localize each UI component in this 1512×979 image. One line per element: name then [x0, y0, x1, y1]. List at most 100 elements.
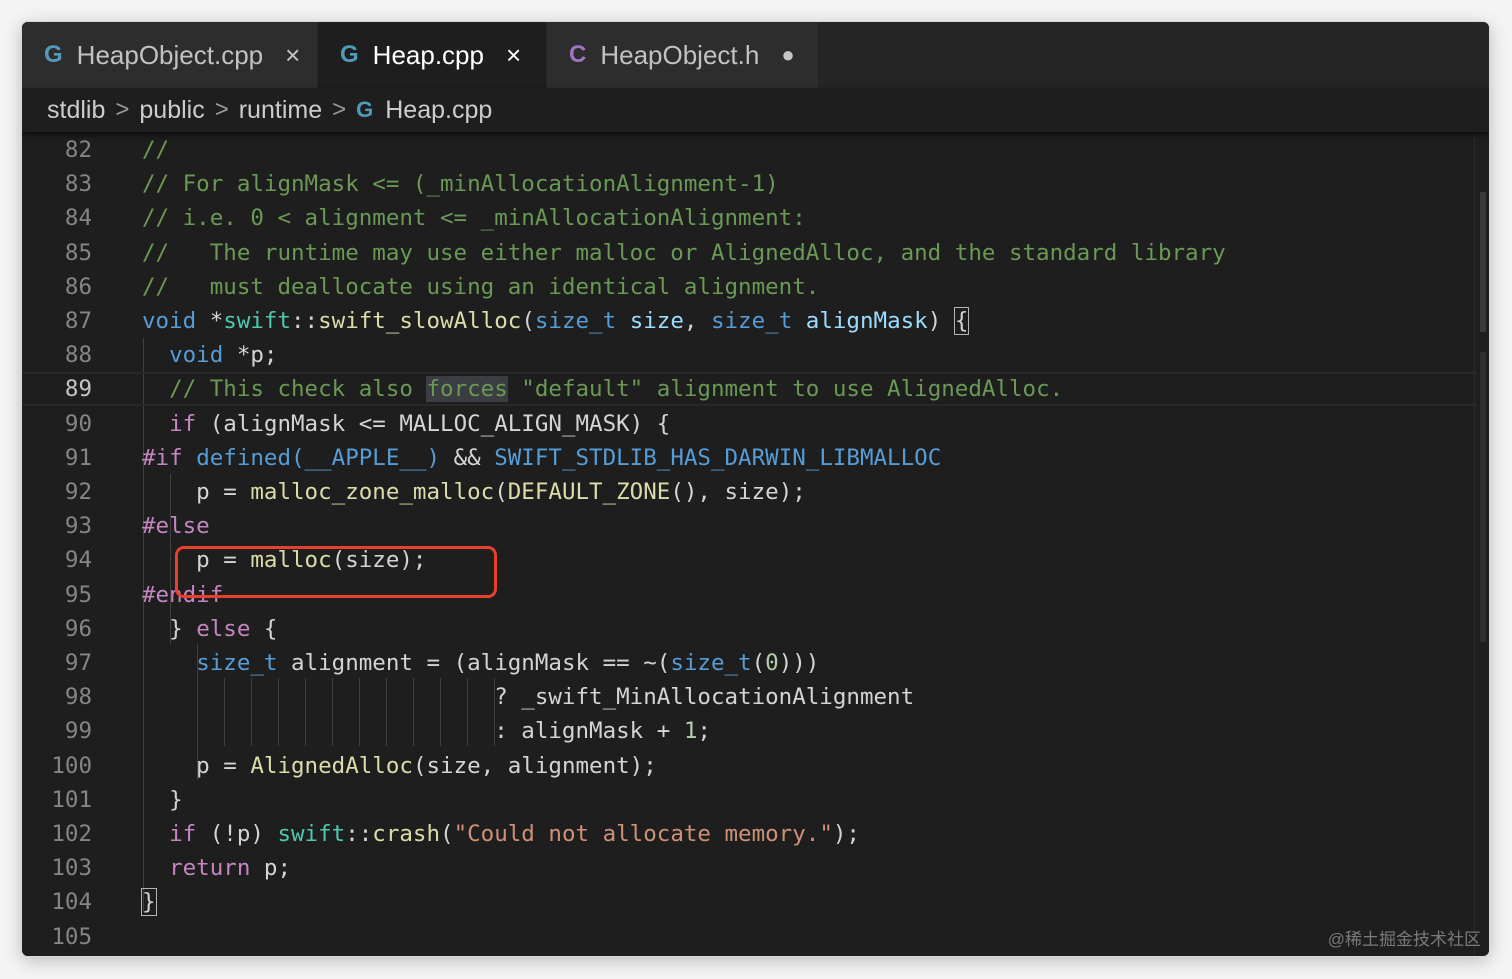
breadcrumb-item-runtime[interactable]: runtime: [239, 96, 322, 125]
code-token: defined: [196, 444, 292, 471]
code-token: size: [629, 308, 684, 334]
code-token: #else: [142, 513, 210, 540]
breadcrumb-item-file[interactable]: Heap.cpp: [385, 96, 492, 125]
code-line[interactable]: 103 return p;: [22, 851, 1477, 885]
chevron-right-icon: >: [115, 96, 130, 123]
unsaved-dot-icon[interactable]: ●: [781, 42, 794, 68]
code-token: ;: [697, 718, 711, 745]
code-token: void: [142, 308, 197, 334]
breadcrumb-item-stdlib[interactable]: stdlib: [47, 96, 105, 125]
code-text: #if defined(__APPLE__) && SWIFT_STDLIB_H…: [142, 441, 941, 475]
code-text: if (alignMask <= MALLOC_ALIGN_MASK) {: [142, 407, 670, 441]
code-text: // The runtime may use either malloc or …: [142, 236, 1226, 270]
code-text: } else {: [142, 612, 277, 646]
code-token: (: [494, 479, 508, 505]
code-line[interactable]: 102 if (!p) swift::crash("Could not allo…: [22, 817, 1477, 851]
tab-heapobject-h[interactable]: C HeapObject.h ●: [547, 22, 819, 88]
code-text: size_t alignment = (alignMask == ~(size_…: [142, 646, 819, 680]
vertical-scrollbar[interactable]: [1474, 132, 1489, 956]
line-number: 94: [64, 547, 92, 574]
watermark: @稀土掘金技术社区: [1327, 930, 1481, 949]
highlight-annotation: [175, 546, 497, 598]
code-token: 0: [765, 650, 779, 676]
code-token: "Could not allocate memory.": [453, 821, 833, 847]
code-token: alignment = (alignMask == ~(: [277, 650, 671, 676]
line-number: 95: [64, 581, 92, 608]
code-text: if (!p) swift::crash("Could not allocate…: [142, 817, 860, 851]
code-token: ::: [291, 308, 319, 334]
code-token: if: [169, 821, 197, 847]
code-line[interactable]: 100 p = AlignedAlloc(size, alignment);: [22, 749, 1477, 783]
code-text: #else: [142, 509, 210, 543]
code-line[interactable]: 98 ? _swift_MinAllocationAlignment: [22, 680, 1477, 714]
code-token: *p;: [223, 342, 278, 369]
code-token: }: [142, 615, 197, 642]
code-token: "default" alignment to use AlignedAlloc.: [507, 376, 1064, 403]
code-token: if: [169, 410, 197, 437]
code-line[interactable]: 97 size_t alignment = (alignMask == ~(si…: [22, 646, 1477, 680]
code-line[interactable]: 93 #else: [22, 509, 1477, 543]
tab-heapobject-cpp[interactable]: G HeapObject.cpp ×: [22, 22, 318, 88]
line-number: 96: [64, 615, 92, 642]
code-text: }: [142, 783, 183, 817]
code-line[interactable]: 104}: [22, 885, 1477, 919]
code-token: malloc_zone_malloc: [250, 479, 495, 505]
code-line[interactable]: 96 } else {: [22, 612, 1477, 646]
code-token: }: [142, 786, 183, 813]
code-token: crash: [372, 821, 441, 847]
code-token: SWIFT_STDLIB_HAS_DARWIN_LIBMALLOC: [494, 444, 942, 471]
code-text: //: [142, 133, 169, 167]
line-number: 101: [51, 786, 92, 813]
line-number: 86: [64, 273, 92, 300]
breadcrumb-item-public[interactable]: public: [139, 96, 204, 125]
code-token: p =: [142, 479, 251, 505]
code-token: (: [751, 650, 766, 676]
code-token: );: [832, 821, 860, 847]
code-text: // For alignMask <= (_minAllocationAlign…: [142, 167, 779, 201]
code-token: {: [953, 307, 970, 335]
code-text: }: [141, 885, 157, 919]
code-line[interactable]: 99 : alignMask + 1;: [22, 714, 1477, 748]
line-number: 90: [64, 410, 92, 437]
tab-bar: G HeapObject.cpp × G Heap.cpp × C HeapOb…: [22, 22, 1489, 88]
editor-window: G HeapObject.cpp × G Heap.cpp × C HeapOb…: [22, 22, 1489, 956]
code-line[interactable]: 89 // This check also forces "default" a…: [22, 372, 1477, 406]
code-token: ::: [345, 821, 373, 847]
code-token: (!p): [196, 821, 278, 847]
code-line[interactable]: 83 // For alignMask <= (_minAllocationAli…: [22, 167, 1477, 201]
code-line[interactable]: 88 void *p;: [22, 338, 1477, 372]
code-line[interactable]: 84 // i.e. 0 < alignment <= _minAllocatio…: [22, 201, 1477, 235]
code-line[interactable]: 101 }: [22, 783, 1477, 817]
line-number: 88: [64, 342, 92, 369]
code-line[interactable]: 87 void *swift::swift_slowAlloc(size_t si…: [22, 304, 1477, 338]
line-number: 105: [51, 923, 92, 950]
tab-heap-cpp[interactable]: G Heap.cpp ×: [318, 22, 547, 88]
code-token: }: [141, 888, 157, 917]
line-number: 89: [64, 376, 92, 403]
code-line[interactable]: 90 if (alignMask <= MALLOC_ALIGN_MASK) {: [22, 407, 1477, 441]
code-line[interactable]: 82 //: [22, 133, 1477, 167]
code-line[interactable]: 91 #if defined(__APPLE__) && SWIFT_STDLIB…: [22, 441, 1477, 475]
code-token: (: [440, 821, 454, 847]
code-line[interactable]: 85 // The runtime may use either malloc o…: [22, 236, 1477, 270]
close-icon[interactable]: ×: [285, 40, 300, 71]
line-number: 91: [64, 444, 92, 471]
line-number: 87: [64, 308, 92, 334]
code-token: ): [927, 308, 955, 334]
code-text: void *p;: [142, 338, 277, 372]
code-editor[interactable]: 82 // 83 // For alignMask <= (_minAllocatio…: [22, 132, 1489, 956]
code-text: // must deallocate using an identical al…: [142, 270, 819, 304]
code-token: // must deallocate using an identical al…: [142, 273, 820, 300]
code-token: else: [196, 615, 251, 642]
code-line[interactable]: 105: [22, 920, 1477, 954]
code-token: p;: [250, 855, 292, 882]
close-icon[interactable]: ×: [506, 40, 521, 71]
code-token: size_t: [710, 308, 793, 334]
code-line[interactable]: 86 // must deallocate using an identical …: [22, 270, 1477, 304]
code-line[interactable]: 92 p = malloc_zone_malloc(DEFAULT_ZONE()…: [22, 475, 1477, 509]
